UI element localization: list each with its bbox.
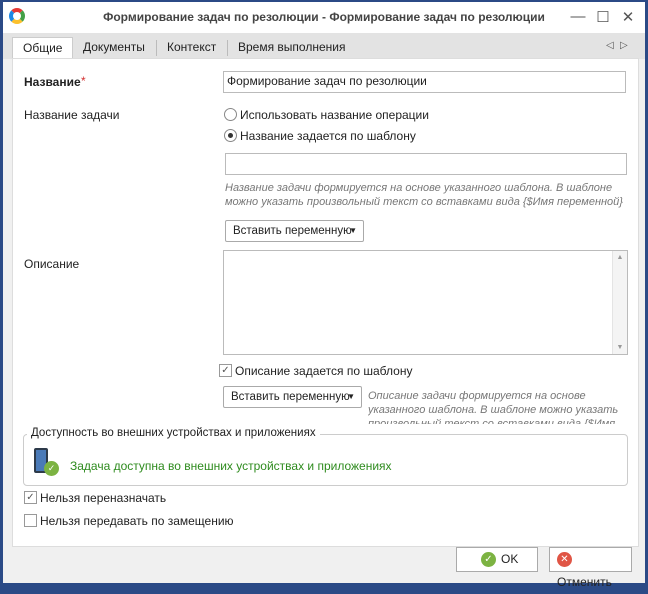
task-name-label: Название задачи bbox=[24, 108, 120, 122]
description-textarea[interactable]: ▲ ▼ bbox=[223, 250, 628, 355]
maximize-button[interactable]: ☐ bbox=[593, 8, 613, 26]
check-icon: ✓ bbox=[481, 552, 496, 568]
cancel-button[interactable]: ✕ Отменить bbox=[549, 547, 632, 589]
template-hint: Название задачи формируется на основе ук… bbox=[225, 182, 623, 208]
tab-documents[interactable]: Документы bbox=[73, 37, 155, 59]
general-panel: Название * Формирование задач по резолюц… bbox=[12, 58, 639, 547]
ok-button[interactable]: ✓ OK bbox=[456, 547, 538, 572]
close-button[interactable]: ✕ bbox=[618, 8, 638, 26]
tab-general[interactable]: Общие bbox=[12, 37, 74, 59]
cancel-label: Отменить bbox=[557, 575, 612, 589]
name-label: Название bbox=[24, 75, 81, 89]
template-name-radio[interactable] bbox=[224, 129, 237, 142]
description-template-checkbox[interactable]: ✓ bbox=[219, 364, 232, 377]
no-reassign-label: Нельзя переназначать bbox=[40, 491, 167, 505]
required-mark: * bbox=[81, 74, 86, 88]
chevron-down-icon: ▼ bbox=[349, 226, 357, 235]
name-input[interactable]: Формирование задач по резолюции bbox=[223, 71, 626, 93]
tab-prev-icon[interactable]: ◁ bbox=[606, 40, 614, 51]
insert-variable-label: Вставить переменную bbox=[231, 391, 350, 403]
insert-variable-label: Вставить переменную bbox=[233, 225, 352, 237]
insert-variable-dropdown-2[interactable]: Вставить переменную ▼ bbox=[223, 386, 362, 408]
insert-variable-dropdown[interactable]: Вставить переменную ▼ bbox=[225, 220, 364, 242]
dialog-window: Формирование задач по резолюции - Формир… bbox=[3, 2, 645, 589]
use-operation-name-label: Использовать название операции bbox=[240, 108, 429, 122]
tab-execution-time[interactable]: Время выполнения bbox=[228, 37, 355, 59]
scrollbar[interactable]: ▲ ▼ bbox=[612, 251, 627, 354]
chevron-down-icon: ▼ bbox=[347, 392, 355, 401]
dialog-footer: ✓ OK ✕ Отменить bbox=[3, 547, 645, 589]
no-reassign-checkbox[interactable]: ✓ bbox=[24, 491, 37, 504]
description-hint: Описание задачи формируется на основе ук… bbox=[368, 390, 619, 424]
tab-context[interactable]: Контекст bbox=[157, 37, 226, 59]
description-template-label: Описание задается по шаблону bbox=[235, 364, 413, 378]
minimize-button[interactable]: — bbox=[568, 8, 588, 25]
no-delegate-label: Нельзя передавать по замещению bbox=[40, 514, 234, 528]
window-title: Формирование задач по резолюции - Формир… bbox=[103, 10, 545, 24]
no-delegate-checkbox[interactable] bbox=[24, 514, 37, 527]
cancel-icon: ✕ bbox=[557, 552, 572, 568]
availability-group-title: Доступность во внешних устройствах и при… bbox=[27, 427, 320, 439]
tab-next-icon[interactable]: ▷ bbox=[620, 40, 628, 51]
title-bar: Формирование задач по резолюции - Формир… bbox=[3, 2, 645, 33]
tab-bar: Общие Документы Контекст Время выполнени… bbox=[3, 33, 645, 59]
template-name-label: Название задается по шаблону bbox=[240, 129, 416, 143]
check-icon: ✓ bbox=[44, 461, 59, 476]
availability-text: Задача доступна во внешних устройствах и… bbox=[70, 459, 392, 473]
use-operation-name-radio[interactable] bbox=[224, 108, 237, 121]
template-input[interactable] bbox=[225, 153, 627, 175]
ok-label: OK bbox=[501, 552, 519, 566]
description-label: Описание bbox=[24, 257, 80, 271]
